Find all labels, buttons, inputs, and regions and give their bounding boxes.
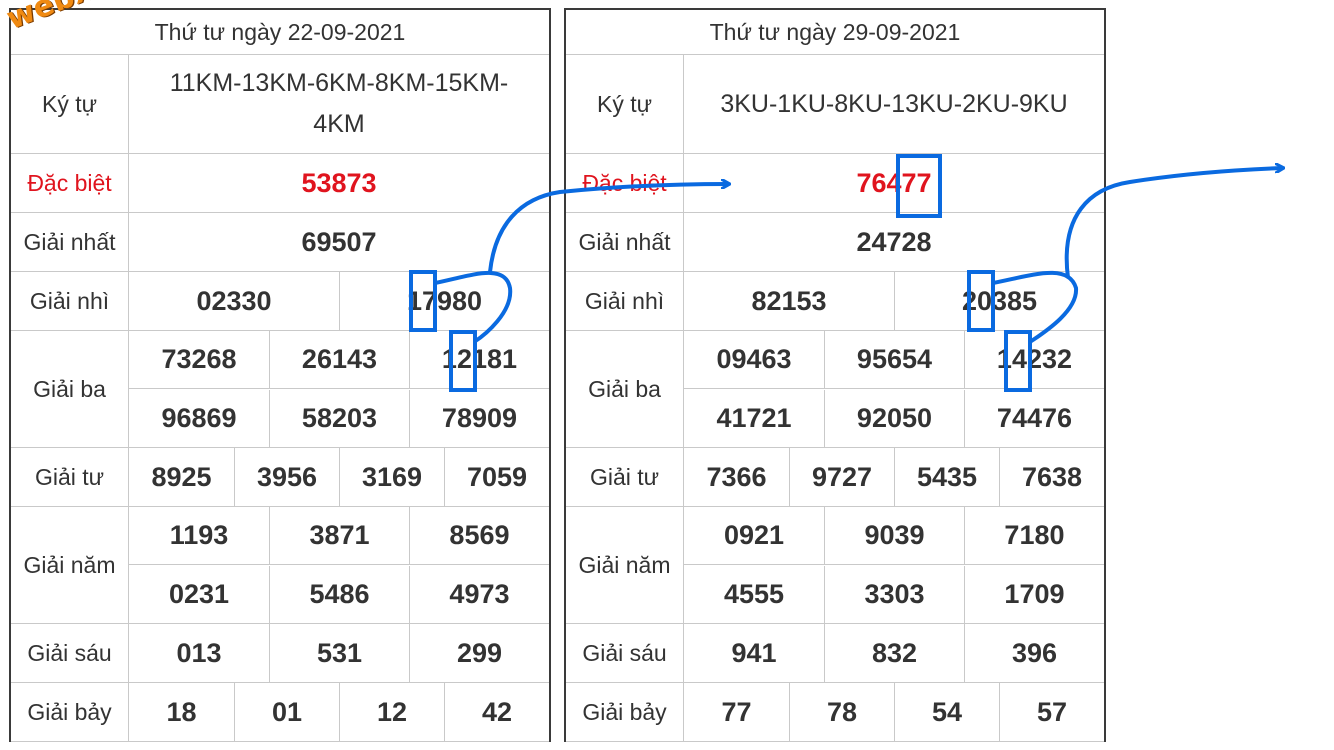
prize-seventh: 01 (234, 683, 339, 741)
row-dacbiet: Đặc biệt 76477 (566, 154, 1104, 213)
row-nhi: Giải nhì 02330 17980 (11, 272, 549, 331)
draw-date: Thứ tư ngày 29-09-2021 (566, 10, 1104, 55)
row-sau: Giải sáu 941 832 396 (566, 624, 1104, 683)
row-tu: Giải tư 7366 9727 5435 7638 (566, 448, 1104, 507)
prize-fourth: 7638 (999, 448, 1104, 506)
prize-third: 09463 (684, 331, 824, 389)
results-table-left: Thứ tư ngày 22-09-2021 Ký tự 11KM-13KM-6… (9, 8, 551, 742)
draw-date: Thứ tư ngày 22-09-2021 (11, 10, 549, 55)
row-nhat: Giải nhất 24728 (566, 213, 1104, 272)
prize-fifth: 9039 (823, 507, 964, 565)
prize-third: 41721 (716, 402, 792, 433)
prize-third: 92050 (823, 389, 964, 447)
label-dacbiet: Đặc biệt (11, 154, 129, 212)
prize-second: 82153 (751, 285, 827, 316)
row-kytu: Ký tự 11KM-13KM-6KM-8KM-15KM-4KM (11, 55, 549, 154)
row-nhi: Giải nhì 82153 20385 (566, 272, 1104, 331)
prize-first: 69507 (301, 226, 377, 257)
row-dacbiet: Đặc biệt 53873 (11, 154, 549, 213)
label-kytu: Ký tự (566, 55, 684, 153)
prize-seventh: 12 (339, 683, 444, 741)
prize-fifth: 1709 (963, 565, 1104, 623)
prize-third: 26143 (268, 331, 409, 389)
row-nam: Giải năm 1193 3871 8569 0231 5486 4973 (11, 507, 549, 624)
prize-first: 24728 (856, 226, 932, 257)
prize-sixth: 832 (823, 624, 964, 682)
prize-fourth: 3956 (234, 448, 339, 506)
kytu-value: 3KU-1KU-8KU-13KU-2KU-9KU (720, 89, 1068, 118)
prize-sixth: 531 (268, 624, 409, 682)
row-bay: Giải bảy 77 78 54 57 (566, 683, 1104, 742)
prize-third: 78909 (408, 389, 549, 447)
label-tu: Giải tư (566, 448, 684, 506)
prize-third: 12181 (408, 331, 549, 389)
row-tu: Giải tư 8925 3956 3169 7059 (11, 448, 549, 507)
label-kytu: Ký tự (11, 55, 129, 153)
label-nam: Giải năm (11, 507, 129, 623)
prize-second: 02330 (196, 285, 272, 316)
prize-fifth: 5486 (268, 565, 409, 623)
row-ba: Giải ba 09463 95654 14232 41721 92050 74… (566, 331, 1104, 448)
prize-fifth: 4555 (723, 578, 785, 609)
prize-fifth: 8569 (408, 507, 549, 565)
prize-fourth: 9727 (789, 448, 894, 506)
prize-seventh: 18 (166, 696, 197, 727)
results-table-right: Thứ tư ngày 29-09-2021 Ký tự 3KU-1KU-8KU… (564, 8, 1106, 742)
label-nhat: Giải nhất (566, 213, 684, 271)
prize-sixth: 299 (408, 624, 549, 682)
row-nam: Giải năm 0921 9039 7180 4555 3303 1709 (566, 507, 1104, 624)
prize-third: 96869 (161, 402, 237, 433)
label-dacbiet: Đặc biệt (566, 154, 684, 212)
label-nam: Giải năm (566, 507, 684, 623)
label-ba: Giải ba (11, 331, 129, 447)
prize-fifth: 3303 (823, 565, 964, 623)
prize-fourth: 3169 (339, 448, 444, 506)
prize-third: 74476 (963, 389, 1104, 447)
label-sau: Giải sáu (11, 624, 129, 682)
label-nhi: Giải nhì (11, 272, 129, 330)
prize-seventh: 78 (789, 683, 894, 741)
prize-seventh: 42 (444, 683, 549, 741)
row-kytu: Ký tự 3KU-1KU-8KU-13KU-2KU-9KU (566, 55, 1104, 154)
label-bay: Giải bảy (11, 683, 129, 741)
label-tu: Giải tư (11, 448, 129, 506)
prize-second: 17980 (339, 272, 549, 330)
label-sau: Giải sáu (566, 624, 684, 682)
kytu-value: 11KM-13KM-6KM-8KM-15KM-4KM (169, 69, 509, 138)
prize-seventh: 57 (999, 683, 1104, 741)
prize-fourth: 5435 (894, 448, 999, 506)
prize-fourth: 7059 (444, 448, 549, 506)
prize-seventh: 54 (894, 683, 999, 741)
prize-seventh: 77 (721, 696, 752, 727)
prize-third: 58203 (268, 389, 409, 447)
label-nhat: Giải nhất (11, 213, 129, 271)
prize-fourth: 8925 (151, 461, 212, 492)
prize-fifth: 4973 (408, 565, 549, 623)
prize-second: 20385 (894, 272, 1104, 330)
prize-special: 53873 (301, 167, 377, 198)
prize-fifth: 3871 (268, 507, 409, 565)
prize-third: 95654 (823, 331, 964, 389)
prize-fifth: 1193 (129, 507, 269, 565)
label-bay: Giải bảy (566, 683, 684, 741)
prize-third: 14232 (963, 331, 1104, 389)
prize-special: 76477 (856, 167, 932, 198)
row-sau: Giải sáu 013 531 299 (11, 624, 549, 683)
label-nhi: Giải nhì (566, 272, 684, 330)
prize-fourth: 7366 (706, 461, 767, 492)
prize-fifth: 0921 (684, 507, 824, 565)
row-ba: Giải ba 73268 26143 12181 96869 58203 78… (11, 331, 549, 448)
row-nhat: Giải nhất 69507 (11, 213, 549, 272)
prize-sixth: 396 (963, 624, 1104, 682)
prize-fifth: 0231 (168, 578, 230, 609)
prize-fifth: 7180 (963, 507, 1104, 565)
prize-third: 73268 (129, 331, 269, 389)
prize-sixth: 941 (731, 637, 777, 668)
prize-sixth: 013 (176, 637, 222, 668)
label-ba: Giải ba (566, 331, 684, 447)
row-bay: Giải bảy 18 01 12 42 (11, 683, 549, 742)
